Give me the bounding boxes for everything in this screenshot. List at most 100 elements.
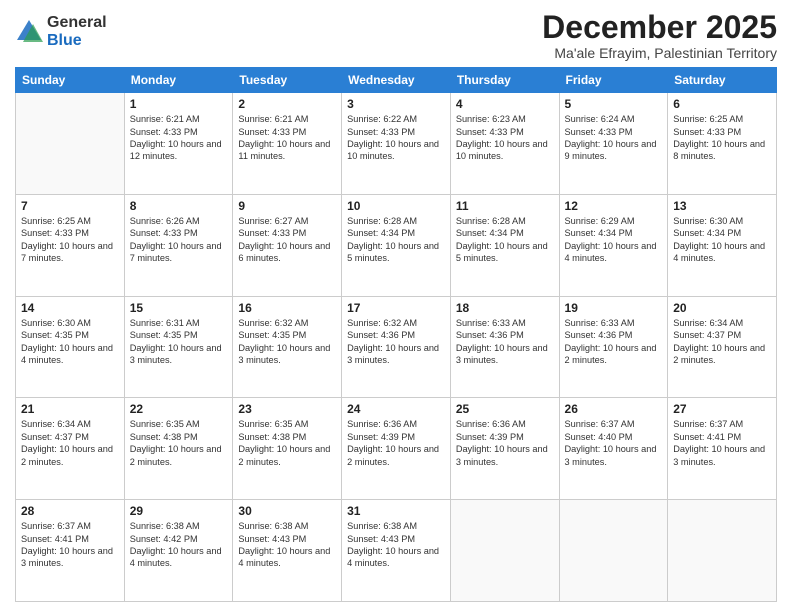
logo-icon: [15, 18, 43, 46]
table-row: [16, 93, 125, 195]
cell-content: Sunrise: 6:28 AM Sunset: 4:34 PM Dayligh…: [347, 215, 445, 265]
table-row: 8Sunrise: 6:26 AM Sunset: 4:33 PM Daylig…: [124, 194, 233, 296]
calendar-week-row: 21 Sunrise: 6:34 AM Sunset: 4:37 PM Dayli…: [16, 398, 777, 500]
table-row: 22 Sunrise: 6:35 AM Sunset: 4:38 PM Dayli…: [124, 398, 233, 500]
day-number: 19: [565, 301, 663, 315]
day-number: 15: [130, 301, 228, 315]
page: General Blue December 2025 Ma'ale Efrayi…: [0, 0, 792, 612]
table-row: 31 Sunrise: 6:38 AM Sunset: 4:43 PM Dayli…: [342, 500, 451, 602]
table-row: 26Sunrise: 6:37 AM Sunset: 4:40 PM Dayli…: [559, 398, 668, 500]
cell-content: Sunrise: 6:34 AM Sunset: 4:37 PM Dayligh…: [21, 418, 119, 468]
day-number: 16: [238, 301, 336, 315]
table-row: 18Sunrise: 6:33 AM Sunset: 4:36 PM Dayli…: [450, 296, 559, 398]
header-thursday: Thursday: [450, 68, 559, 93]
day-number: 29: [130, 504, 228, 518]
day-number: 23: [238, 402, 336, 416]
table-row: [450, 500, 559, 602]
logo-text: General Blue: [47, 14, 107, 49]
header-friday: Friday: [559, 68, 668, 93]
cell-content: Sunrise: 6:21 AM Sunset: 4:33 PM Dayligh…: [130, 113, 228, 163]
table-row: 16 Sunrise: 6:32 AM Sunset: 4:35 PM Dayli…: [233, 296, 342, 398]
day-number: 11: [456, 199, 554, 213]
table-row: 1 Sunrise: 6:21 AM Sunset: 4:33 PM Daylig…: [124, 93, 233, 195]
calendar-week-row: 7 Sunrise: 6:25 AM Sunset: 4:33 PM Daylig…: [16, 194, 777, 296]
table-row: 23 Sunrise: 6:35 AM Sunset: 4:38 PM Dayli…: [233, 398, 342, 500]
day-number: 8: [130, 199, 228, 213]
header: General Blue December 2025 Ma'ale Efrayi…: [15, 10, 777, 61]
cell-content: Sunrise: 6:38 AM Sunset: 4:43 PM Dayligh…: [238, 520, 336, 570]
table-row: 12Sunrise: 6:29 AM Sunset: 4:34 PM Dayli…: [559, 194, 668, 296]
cell-content: Sunrise: 6:38 AM Sunset: 4:43 PM Dayligh…: [347, 520, 445, 570]
day-number: 24: [347, 402, 445, 416]
day-number: 5: [565, 97, 663, 111]
cell-content: Sunrise: 6:36 AM Sunset: 4:39 PM Dayligh…: [456, 418, 554, 468]
calendar-week-row: 28 Sunrise: 6:37 AM Sunset: 4:41 PM Dayli…: [16, 500, 777, 602]
table-row: 5Sunrise: 6:24 AM Sunset: 4:33 PM Daylig…: [559, 93, 668, 195]
day-number: 30: [238, 504, 336, 518]
table-row: 27 Sunrise: 6:37 AM Sunset: 4:41 PM Dayli…: [668, 398, 777, 500]
table-row: 4 Sunrise: 6:23 AM Sunset: 4:33 PM Daylig…: [450, 93, 559, 195]
cell-content: Sunrise: 6:32 AM Sunset: 4:36 PM Dayligh…: [347, 317, 445, 367]
header-tuesday: Tuesday: [233, 68, 342, 93]
day-number: 2: [238, 97, 336, 111]
weekday-header-row: Sunday Monday Tuesday Wednesday Thursday…: [16, 68, 777, 93]
table-row: 21 Sunrise: 6:34 AM Sunset: 4:37 PM Dayli…: [16, 398, 125, 500]
cell-content: Sunrise: 6:34 AM Sunset: 4:37 PM Dayligh…: [673, 317, 771, 367]
table-row: 28 Sunrise: 6:37 AM Sunset: 4:41 PM Dayli…: [16, 500, 125, 602]
table-row: 15 Sunrise: 6:31 AM Sunset: 4:35 PM Dayli…: [124, 296, 233, 398]
cell-content: Sunrise: 6:35 AM Sunset: 4:38 PM Dayligh…: [130, 418, 228, 468]
day-number: 9: [238, 199, 336, 213]
table-row: 2Sunrise: 6:21 AM Sunset: 4:33 PM Daylig…: [233, 93, 342, 195]
header-monday: Monday: [124, 68, 233, 93]
table-row: 13Sunrise: 6:30 AM Sunset: 4:34 PM Dayli…: [668, 194, 777, 296]
cell-content: Sunrise: 6:31 AM Sunset: 4:35 PM Dayligh…: [130, 317, 228, 367]
cell-content: Sunrise: 6:23 AM Sunset: 4:33 PM Dayligh…: [456, 113, 554, 163]
day-number: 13: [673, 199, 771, 213]
day-number: 28: [21, 504, 119, 518]
cell-content: Sunrise: 6:35 AM Sunset: 4:38 PM Dayligh…: [238, 418, 336, 468]
day-number: 1: [130, 97, 228, 111]
cell-content: Sunrise: 6:33 AM Sunset: 4:36 PM Dayligh…: [565, 317, 663, 367]
table-row: 11 Sunrise: 6:28 AM Sunset: 4:34 PM Dayli…: [450, 194, 559, 296]
cell-content: Sunrise: 6:37 AM Sunset: 4:41 PM Dayligh…: [21, 520, 119, 570]
table-row: 3Sunrise: 6:22 AM Sunset: 4:33 PM Daylig…: [342, 93, 451, 195]
day-number: 26: [565, 402, 663, 416]
table-row: 7 Sunrise: 6:25 AM Sunset: 4:33 PM Daylig…: [16, 194, 125, 296]
logo-blue-text: Blue: [47, 32, 107, 50]
day-number: 31: [347, 504, 445, 518]
cell-content: Sunrise: 6:32 AM Sunset: 4:35 PM Dayligh…: [238, 317, 336, 367]
table-row: [559, 500, 668, 602]
day-number: 25: [456, 402, 554, 416]
cell-content: Sunrise: 6:30 AM Sunset: 4:35 PM Dayligh…: [21, 317, 119, 367]
table-row: 17 Sunrise: 6:32 AM Sunset: 4:36 PM Dayli…: [342, 296, 451, 398]
header-saturday: Saturday: [668, 68, 777, 93]
day-number: 6: [673, 97, 771, 111]
calendar-table: Sunday Monday Tuesday Wednesday Thursday…: [15, 67, 777, 602]
header-sunday: Sunday: [16, 68, 125, 93]
cell-content: Sunrise: 6:28 AM Sunset: 4:34 PM Dayligh…: [456, 215, 554, 265]
cell-content: Sunrise: 6:27 AM Sunset: 4:33 PM Dayligh…: [238, 215, 336, 265]
day-number: 14: [21, 301, 119, 315]
day-number: 27: [673, 402, 771, 416]
title-block: December 2025 Ma'ale Efrayim, Palestinia…: [542, 10, 777, 61]
table-row: 20 Sunrise: 6:34 AM Sunset: 4:37 PM Dayli…: [668, 296, 777, 398]
table-row: 29Sunrise: 6:38 AM Sunset: 4:42 PM Dayli…: [124, 500, 233, 602]
table-row: 30 Sunrise: 6:38 AM Sunset: 4:43 PM Dayli…: [233, 500, 342, 602]
table-row: 19 Sunrise: 6:33 AM Sunset: 4:36 PM Dayli…: [559, 296, 668, 398]
calendar-week-row: 14 Sunrise: 6:30 AM Sunset: 4:35 PM Dayli…: [16, 296, 777, 398]
day-number: 10: [347, 199, 445, 213]
day-number: 20: [673, 301, 771, 315]
day-number: 7: [21, 199, 119, 213]
day-number: 17: [347, 301, 445, 315]
cell-content: Sunrise: 6:33 AM Sunset: 4:36 PM Dayligh…: [456, 317, 554, 367]
cell-content: Sunrise: 6:29 AM Sunset: 4:34 PM Dayligh…: [565, 215, 663, 265]
table-row: 14 Sunrise: 6:30 AM Sunset: 4:35 PM Dayli…: [16, 296, 125, 398]
month-title: December 2025: [542, 10, 777, 45]
calendar-week-row: 1 Sunrise: 6:21 AM Sunset: 4:33 PM Daylig…: [16, 93, 777, 195]
day-number: 22: [130, 402, 228, 416]
day-number: 21: [21, 402, 119, 416]
table-row: 10 Sunrise: 6:28 AM Sunset: 4:34 PM Dayli…: [342, 194, 451, 296]
cell-content: Sunrise: 6:25 AM Sunset: 4:33 PM Dayligh…: [21, 215, 119, 265]
cell-content: Sunrise: 6:37 AM Sunset: 4:41 PM Dayligh…: [673, 418, 771, 468]
day-number: 4: [456, 97, 554, 111]
